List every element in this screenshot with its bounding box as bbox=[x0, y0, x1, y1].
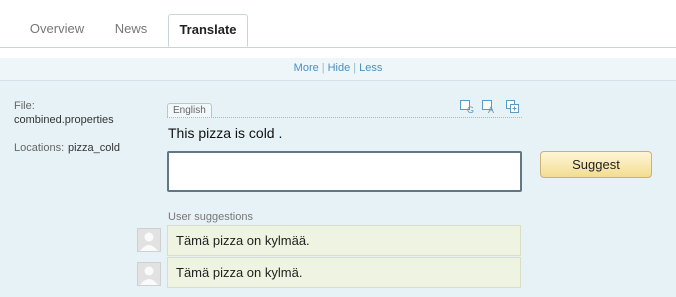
more-link[interactable]: More bbox=[294, 62, 319, 74]
separator: | bbox=[321, 62, 325, 74]
copy-source-icon[interactable] bbox=[506, 100, 520, 114]
suggestion-item[interactable]: Tämä pizza on kylmää. bbox=[167, 225, 521, 256]
user-suggestions-label: User suggestions bbox=[168, 211, 253, 223]
file-value: combined.properties bbox=[14, 114, 114, 126]
avatar bbox=[137, 228, 161, 252]
hide-link[interactable]: Hide bbox=[328, 62, 351, 74]
locations-label: Locations: bbox=[14, 142, 65, 154]
locations-value: pizza_cold bbox=[68, 142, 120, 154]
less-link[interactable]: Less bbox=[359, 62, 382, 74]
tab-news[interactable]: News bbox=[104, 14, 158, 46]
tab-overview[interactable]: Overview bbox=[16, 14, 98, 46]
view-links-bar: More | Hide | Less bbox=[0, 58, 676, 81]
tab-bar: Overview News Translate bbox=[0, 0, 676, 48]
google-translate-icon[interactable]: G bbox=[460, 100, 474, 115]
svg-text:G: G bbox=[467, 105, 474, 114]
translation-input[interactable] bbox=[167, 151, 522, 192]
suggestion-item[interactable]: Tämä pizza on kylmä. bbox=[167, 257, 521, 288]
translation-panel: File: combined.properties Locations: piz… bbox=[0, 81, 676, 297]
source-language-label: English bbox=[167, 103, 212, 118]
svg-text:A: A bbox=[488, 105, 494, 114]
suggest-button[interactable]: Suggest bbox=[540, 151, 652, 178]
apertium-translate-icon[interactable]: A bbox=[482, 100, 496, 115]
source-text: This pizza is cold . bbox=[168, 125, 283, 141]
avatar bbox=[137, 262, 161, 286]
divider bbox=[167, 117, 522, 118]
tab-translate[interactable]: Translate bbox=[168, 14, 248, 47]
file-label: File: bbox=[14, 100, 35, 112]
separator: | bbox=[353, 62, 357, 74]
